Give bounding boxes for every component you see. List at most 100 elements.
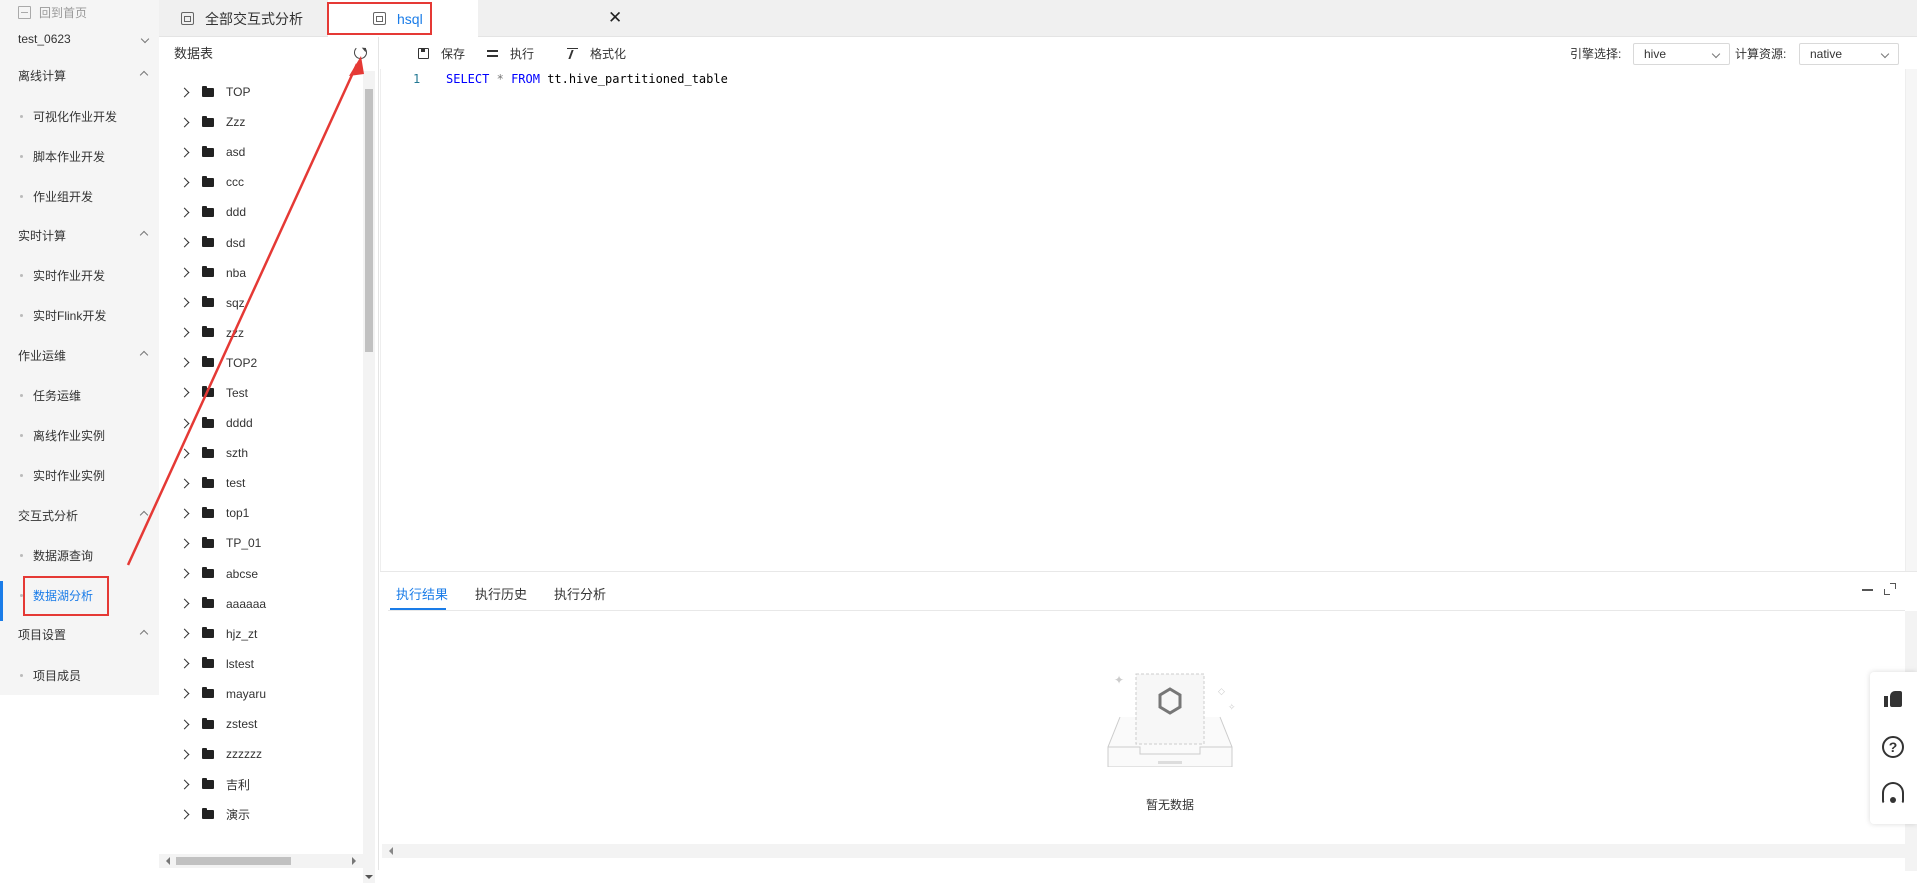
editor-scrollbar[interactable] — [1905, 69, 1917, 571]
tree-item[interactable]: asd — [159, 137, 361, 167]
chevron-right-icon[interactable] — [179, 719, 190, 729]
result-horizontal-scrollbar[interactable] — [382, 844, 1905, 858]
sidebar-item-task-ops[interactable]: 任务运维 — [0, 381, 159, 409]
help-icon[interactable]: ? — [1882, 736, 1904, 758]
chevron-right-icon[interactable] — [179, 388, 190, 398]
tree-item[interactable]: ddd — [159, 197, 361, 227]
sidebar-item-visual-job[interactable]: 可视化作业开发 — [0, 102, 159, 130]
chevron-right-icon[interactable] — [179, 147, 190, 158]
tree-vertical-scrollbar[interactable] — [363, 71, 375, 883]
tree-item[interactable]: TOP — [159, 77, 361, 107]
sidebar-item-datasource-query[interactable]: 数据源查询 — [0, 541, 159, 569]
left-sidebar: 回到首页 test_0623 离线计算 可视化作业开发 脚本作业开发 作业组开发… — [0, 0, 159, 870]
nav-group-label: 项目设置 — [18, 627, 67, 642]
tree-item[interactable]: TP_01 — [159, 528, 361, 558]
tree-item[interactable]: abcse — [159, 559, 361, 589]
sidebar-item-realtime-flink[interactable]: 实时Flink开发 — [0, 301, 159, 329]
chevron-right-icon[interactable] — [179, 538, 190, 549]
tab-execution-history[interactable]: 执行历史 — [475, 584, 527, 603]
chevron-right-icon[interactable] — [179, 508, 190, 519]
code-line[interactable]: SELECT * FROM tt.hive_partitioned_table — [446, 72, 728, 86]
nav-group-realtime[interactable]: 实时计算 — [0, 221, 159, 249]
engine-select[interactable]: hive — [1633, 43, 1730, 65]
sidebar-item-script-job[interactable]: 脚本作业开发 — [0, 142, 159, 170]
tab-all-analysis[interactable]: 全部交互式分析 — [173, 0, 326, 37]
resource-select[interactable]: native — [1799, 43, 1899, 65]
tree-item[interactable]: nba — [159, 258, 361, 288]
tree-item[interactable]: 吉利 — [159, 769, 361, 799]
sidebar-item-job-group[interactable]: 作业组开发 — [0, 182, 159, 210]
expand-icon[interactable] — [1884, 583, 1896, 595]
tab-execution-result[interactable]: 执行结果 — [396, 584, 448, 603]
tree-item[interactable]: zzzzzz — [159, 739, 361, 769]
tree-item[interactable]: szth — [159, 438, 361, 468]
sidebar-item-offline-instance[interactable]: 离线作业实例 — [0, 421, 159, 449]
nav-group-offline[interactable]: 离线计算 — [0, 61, 159, 89]
tree-item[interactable]: lstest — [159, 649, 361, 679]
tree-item[interactable]: sqz — [159, 288, 361, 318]
scroll-right-arrow-icon[interactable] — [352, 857, 360, 865]
sidebar-item-realtime-job[interactable]: 实时作业开发 — [0, 261, 159, 289]
chevron-right-icon[interactable] — [179, 327, 190, 338]
chevron-right-icon[interactable] — [179, 207, 190, 218]
project-select[interactable]: test_0623 — [18, 30, 150, 48]
nav-group-ops[interactable]: 作业运维 — [0, 341, 159, 369]
chevron-right-icon[interactable] — [179, 267, 190, 278]
nav-group-interactive[interactable]: 交互式分析 — [0, 501, 159, 529]
tree-item[interactable]: test — [159, 468, 361, 498]
save-button[interactable]: 保存 — [418, 45, 465, 62]
chevron-right-icon[interactable] — [179, 628, 190, 639]
chevron-right-icon[interactable] — [179, 87, 190, 97]
tree-item[interactable]: TOP2 — [159, 348, 361, 378]
chevron-right-icon[interactable] — [179, 357, 190, 368]
chevron-right-icon[interactable] — [179, 297, 190, 308]
scroll-left-arrow-icon[interactable] — [385, 847, 393, 855]
tree-horizontal-scrollbar[interactable] — [159, 854, 363, 868]
chevron-right-icon[interactable] — [179, 117, 190, 128]
chevron-right-icon[interactable] — [179, 237, 190, 248]
chevron-down-icon — [1880, 49, 1890, 59]
tree-item[interactable]: ccc — [159, 167, 361, 197]
sql-editor[interactable]: 1 SELECT * FROM tt.hive_partitioned_tabl… — [380, 69, 1905, 571]
scrollbar-thumb[interactable] — [365, 89, 373, 352]
refresh-icon[interactable] — [354, 45, 367, 59]
tree-item[interactable]: zstest — [159, 709, 361, 739]
headset-icon[interactable] — [1882, 782, 1904, 804]
sidebar-item-project-members[interactable]: 项目成员 — [0, 661, 159, 689]
tree-item[interactable]: zzz — [159, 318, 361, 348]
tree-item[interactable]: aaaaaa — [159, 589, 361, 619]
scrollbar-thumb[interactable] — [176, 857, 291, 865]
chevron-right-icon[interactable] — [179, 448, 190, 459]
tree-item[interactable]: 演示 — [159, 799, 361, 829]
sidebar-item-realtime-instance[interactable]: 实时作业实例 — [0, 461, 159, 489]
scroll-left-arrow-icon[interactable] — [162, 857, 170, 865]
chevron-right-icon[interactable] — [179, 779, 190, 790]
close-icon[interactable]: ✕ — [608, 9, 622, 27]
chevron-right-icon[interactable] — [179, 418, 190, 429]
chevron-right-icon[interactable] — [179, 478, 190, 489]
chevron-right-icon[interactable] — [179, 568, 190, 579]
tab-execution-analysis[interactable]: 执行分析 — [554, 584, 606, 603]
tree-item[interactable]: Test — [159, 378, 361, 408]
tree-item[interactable]: dsd — [159, 227, 361, 257]
chevron-right-icon[interactable] — [179, 809, 190, 820]
tree-item[interactable]: Zzz — [159, 107, 361, 137]
minimize-icon[interactable] — [1862, 589, 1873, 591]
tree-item[interactable]: A_geely — [159, 829, 361, 835]
chevron-right-icon[interactable] — [179, 658, 190, 669]
tree-item[interactable]: dddd — [159, 408, 361, 438]
chevron-right-icon[interactable] — [179, 598, 190, 609]
format-button[interactable]: 格式化 — [567, 45, 626, 62]
chevron-right-icon[interactable] — [179, 749, 190, 760]
tree-item[interactable]: hjz_zt — [159, 619, 361, 649]
scroll-down-arrow-icon[interactable] — [365, 875, 373, 883]
tab-label: 全部交互式分析 — [205, 10, 303, 27]
thumbs-up-icon[interactable] — [1882, 688, 1904, 710]
chevron-right-icon[interactable] — [179, 177, 190, 188]
chevron-right-icon[interactable] — [179, 688, 190, 699]
tree-item[interactable]: mayaru — [159, 679, 361, 709]
run-button[interactable]: 执行 — [487, 45, 534, 62]
home-link[interactable]: 回到首页 — [18, 4, 87, 21]
nav-group-project-settings[interactable]: 项目设置 — [0, 620, 159, 648]
tree-item[interactable]: top1 — [159, 498, 361, 528]
